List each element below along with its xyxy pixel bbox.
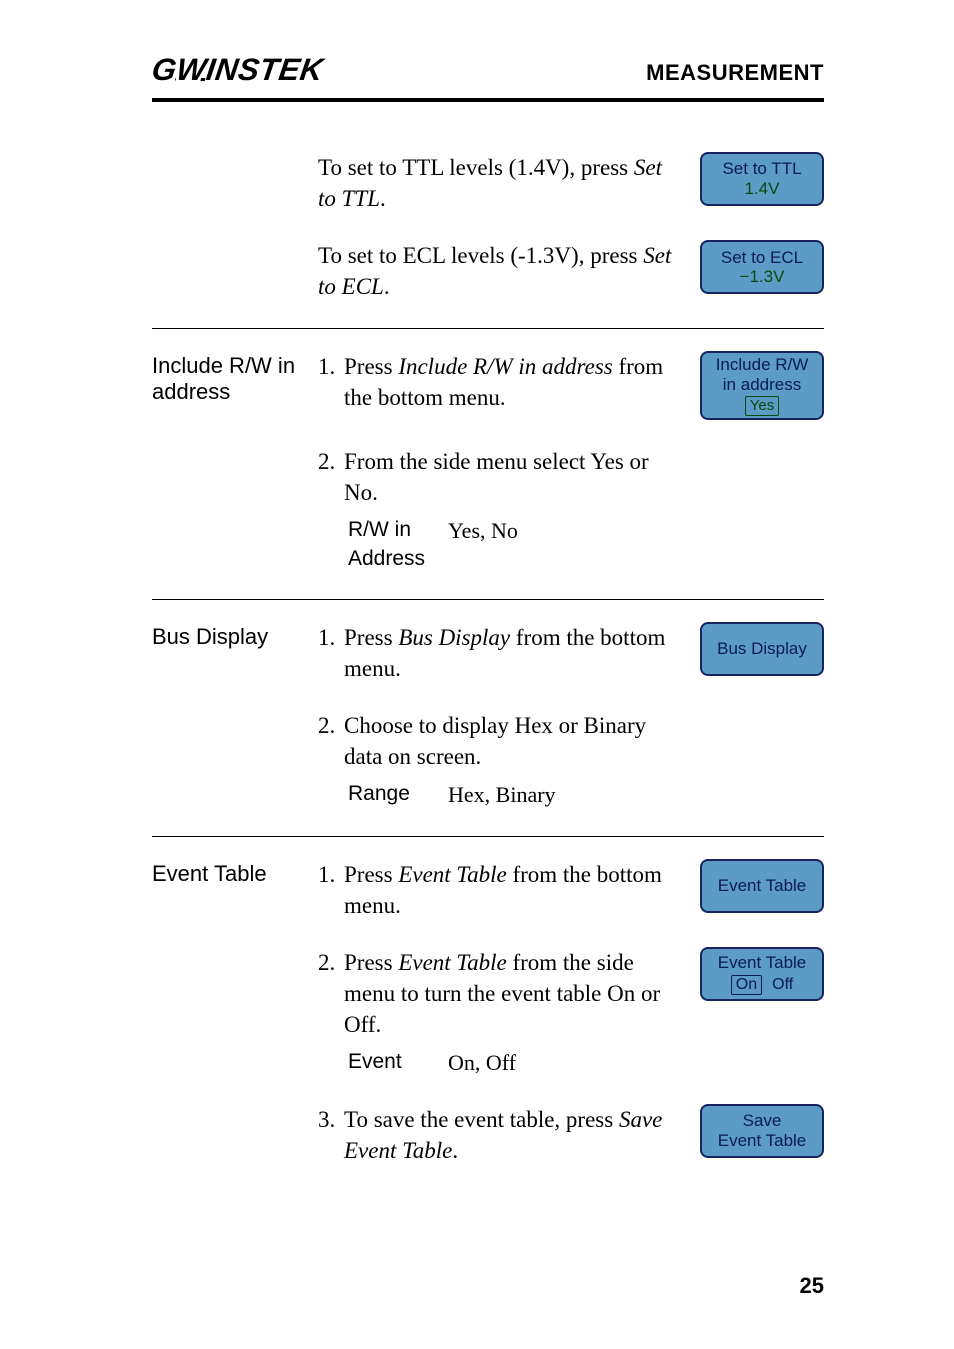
divider (152, 328, 824, 329)
include-rw-button[interactable]: Include R/W in address Yes (700, 351, 824, 420)
event-table-button[interactable]: Event Table (700, 859, 824, 913)
include-rw-step1: 1.Press Include R/W in address from the … (318, 351, 696, 413)
divider (152, 599, 824, 600)
event-table-step2: 2.Press Event Table from the side menu t… (318, 947, 696, 1078)
section-title: MEASUREMENT (646, 60, 824, 88)
event-table-step3: 3.To save the event table, press Save Ev… (318, 1104, 696, 1166)
range-option-key: Range (348, 780, 448, 810)
rw-option-value: Yes, No (448, 516, 518, 573)
event-table-step1: 1.Press Event Table from the bottom menu… (318, 859, 696, 921)
bus-display-step1: 1.Press Bus Display from the bottom menu… (318, 622, 696, 684)
event-table-toggle-button[interactable]: Event Table On Off (700, 947, 824, 1001)
ttl-instruction: To set to TTL levels (1.4V), press Set t… (318, 152, 696, 214)
bus-display-button[interactable]: Bus Display (700, 622, 824, 676)
ecl-instruction: To set to ECL levels (-1.3V), press Set … (318, 240, 696, 302)
bus-display-step2: 2.Choose to display Hex or Binary data o… (318, 710, 696, 810)
set-to-ecl-button[interactable]: Set to ECL −1.3V (700, 240, 824, 294)
save-event-table-button[interactable]: Save Event Table (700, 1104, 824, 1158)
include-rw-step2: 2.From the side menu select Yes or No. R… (318, 446, 696, 573)
event-option-value: On, Off (448, 1048, 516, 1078)
rw-option-key: R/W in Address (348, 516, 448, 573)
bus-display-label: Bus Display (152, 622, 318, 650)
header-rule (152, 98, 824, 102)
brand-logo: GWINSTEK (149, 52, 325, 88)
divider (152, 836, 824, 837)
range-option-value: Hex, Binary (448, 780, 556, 810)
page-number: 25 (800, 1273, 824, 1299)
include-rw-label: Include R/W in address (152, 351, 318, 405)
set-to-ttl-button[interactable]: Set to TTL 1.4V (700, 152, 824, 206)
event-table-label: Event Table (152, 859, 318, 887)
event-option-key: Event (348, 1048, 448, 1078)
